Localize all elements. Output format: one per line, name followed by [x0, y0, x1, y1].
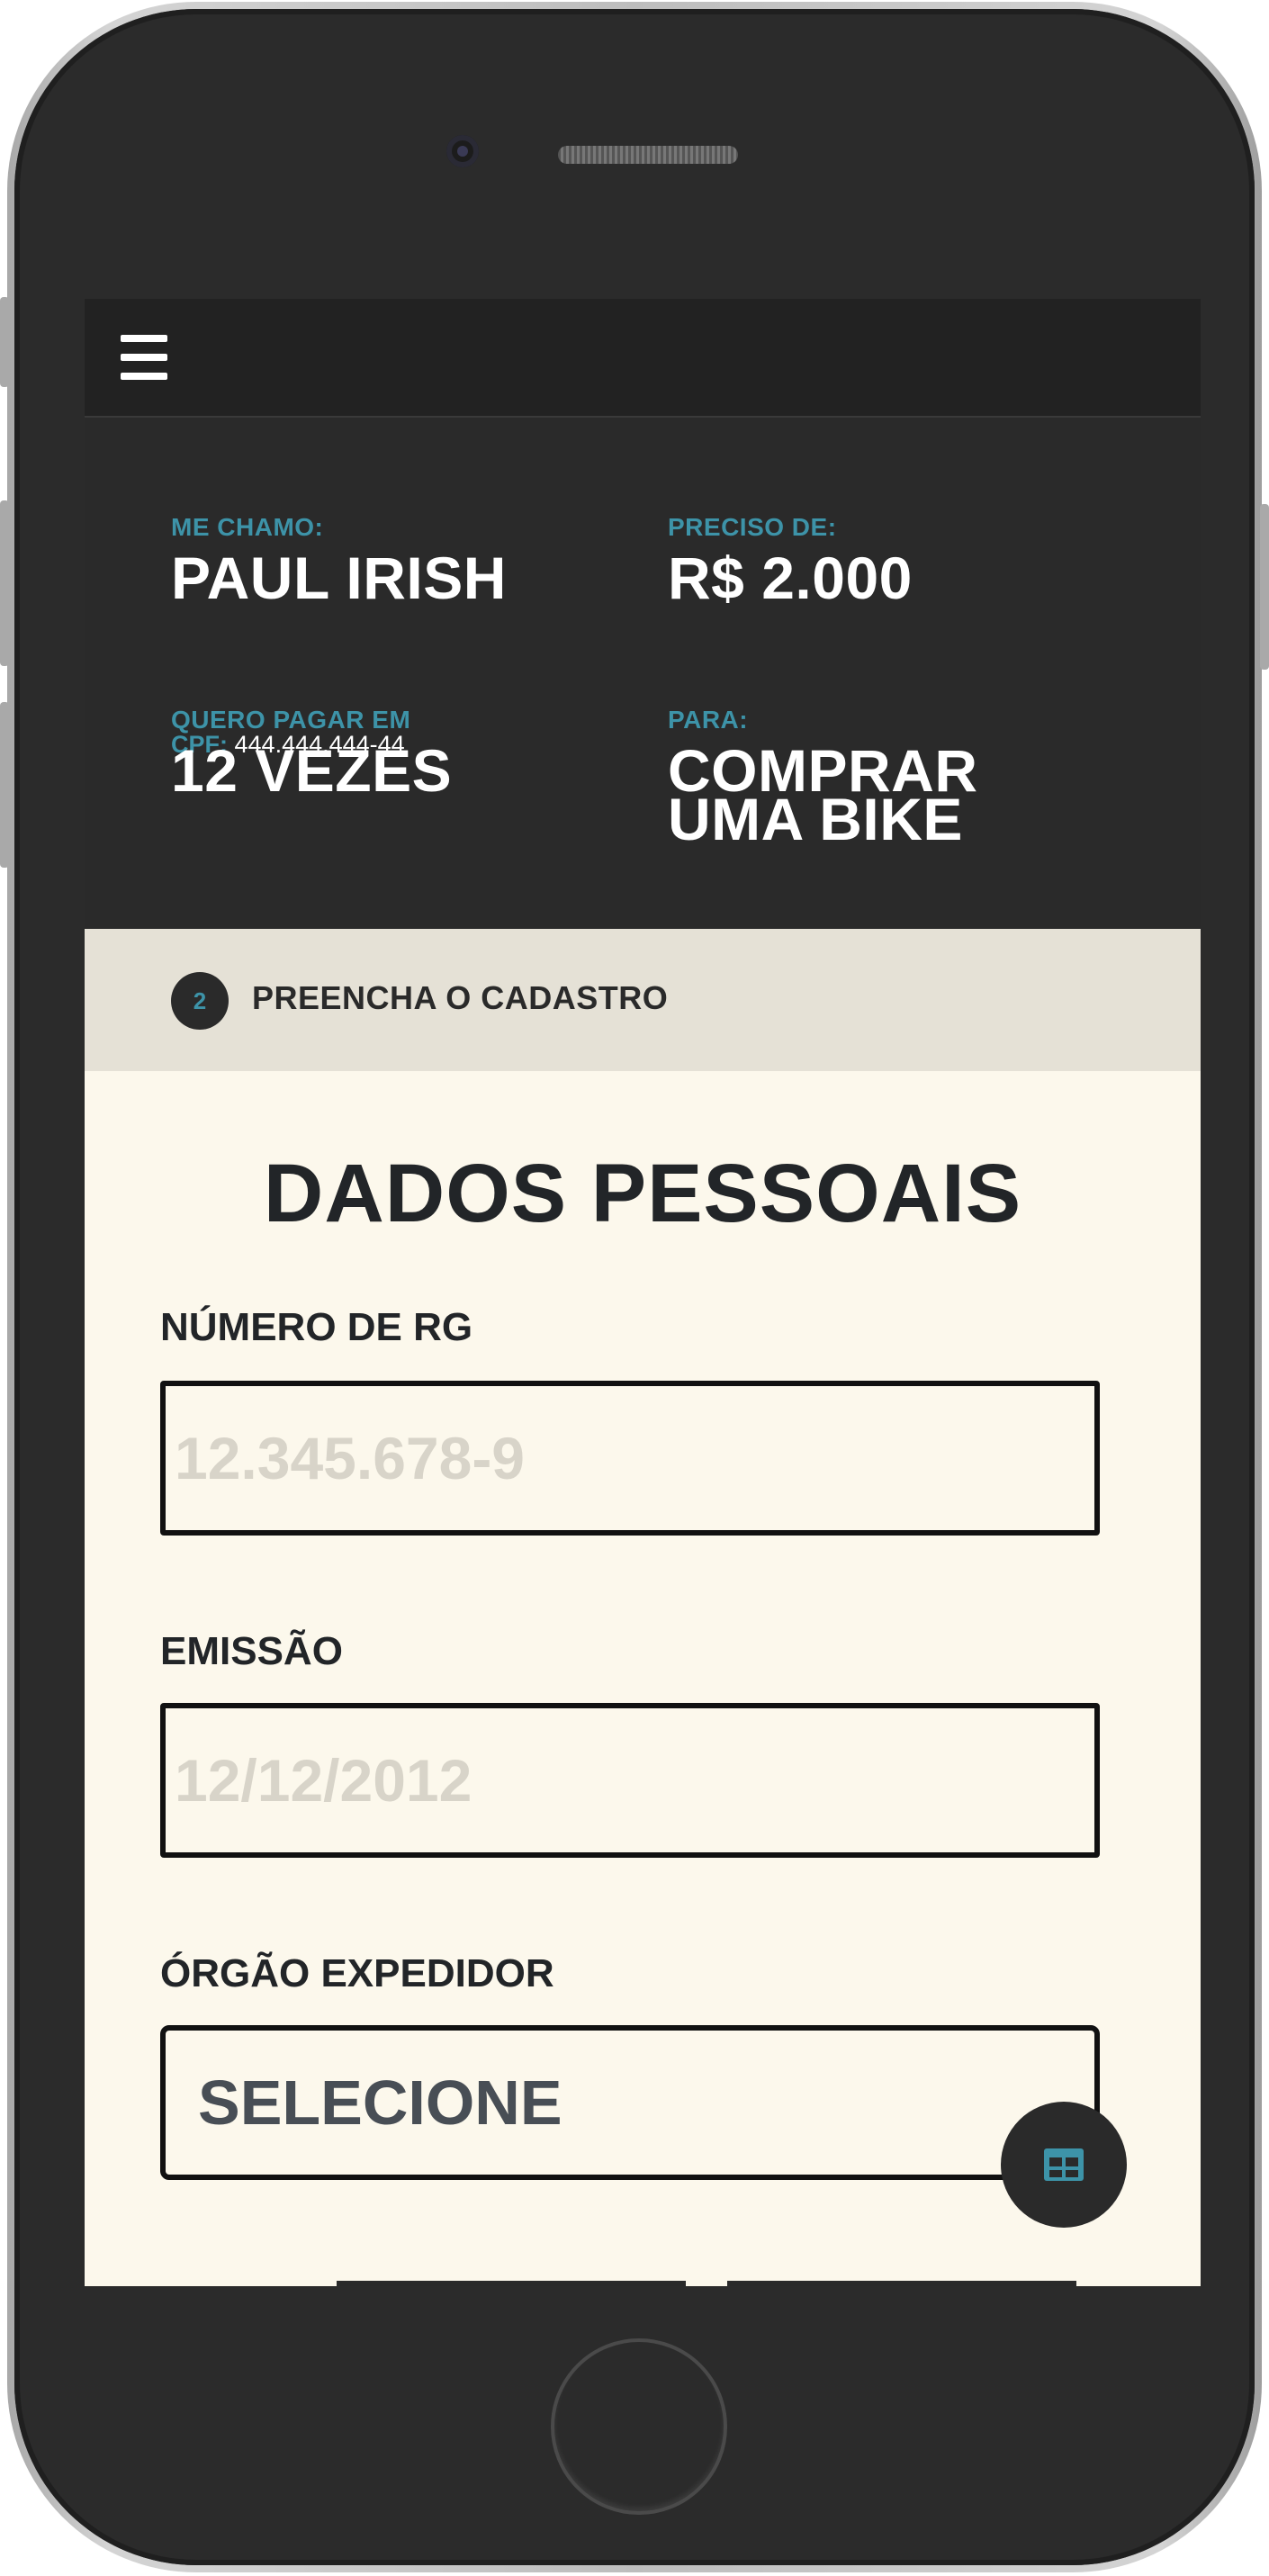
issuer-label: ÓRGÃO EXPEDIDOR	[160, 1951, 554, 1995]
step-label: PREENCHA O CADASTRO	[252, 979, 669, 1016]
step-number-badge: 2	[171, 972, 229, 1030]
name-value: PAUL IRISH	[171, 545, 507, 611]
installments-value: 12 VEZES	[171, 737, 453, 804]
mute-switch	[0, 297, 9, 387]
issuer-select-value: SELECIONE	[198, 2067, 562, 2138]
amount-label: PRECISO DE:	[668, 513, 837, 541]
emission-date-input[interactable]	[160, 1703, 1100, 1858]
app-screen: ME CHAMO: PAUL IRISH CPF: 444.444.444-44…	[85, 299, 1201, 2286]
volume-down-button	[0, 702, 9, 868]
earpiece-speaker	[558, 146, 738, 164]
issuer-select[interactable]: SELECIONE	[160, 2025, 1100, 2180]
power-button	[1260, 504, 1269, 670]
rg-input[interactable]	[160, 1381, 1100, 1536]
loan-summary: ME CHAMO: PAUL IRISH CPF: 444.444.444-44…	[85, 418, 1201, 929]
table-icon[interactable]	[1001, 2102, 1127, 2228]
rg-label: NÚMERO DE RG	[160, 1305, 473, 1349]
emission-label: EMISSÃO	[160, 1629, 343, 1673]
top-bar	[85, 299, 1201, 418]
form-title: DADOS PESSOAIS	[263, 1148, 1022, 1239]
name-label: ME CHAMO:	[171, 513, 324, 541]
phone-frame: ME CHAMO: PAUL IRISH CPF: 444.444.444-44…	[7, 2, 1262, 2572]
volume-up-button	[0, 500, 9, 666]
amount-value: R$ 2.000	[668, 545, 913, 611]
front-camera	[446, 135, 479, 167]
home-button[interactable]	[551, 2338, 727, 2515]
hamburger-menu-icon[interactable]	[121, 335, 167, 380]
purpose-label: PARA:	[668, 706, 749, 734]
purpose-value-line2: UMA BIKE	[668, 786, 963, 852]
installments-label: QUERO PAGAR EM	[171, 706, 411, 734]
back-button[interactable]	[337, 2281, 686, 2286]
next-button[interactable]	[727, 2281, 1076, 2286]
phone-body: ME CHAMO: PAUL IRISH CPF: 444.444.444-44…	[14, 9, 1255, 2565]
personal-data-form: DADOS PESSOAIS NÚMERO DE RG EMISSÃO ÓRGÃ…	[85, 1071, 1201, 2286]
step-indicator: 2 PREENCHA O CADASTRO	[85, 929, 1201, 1071]
